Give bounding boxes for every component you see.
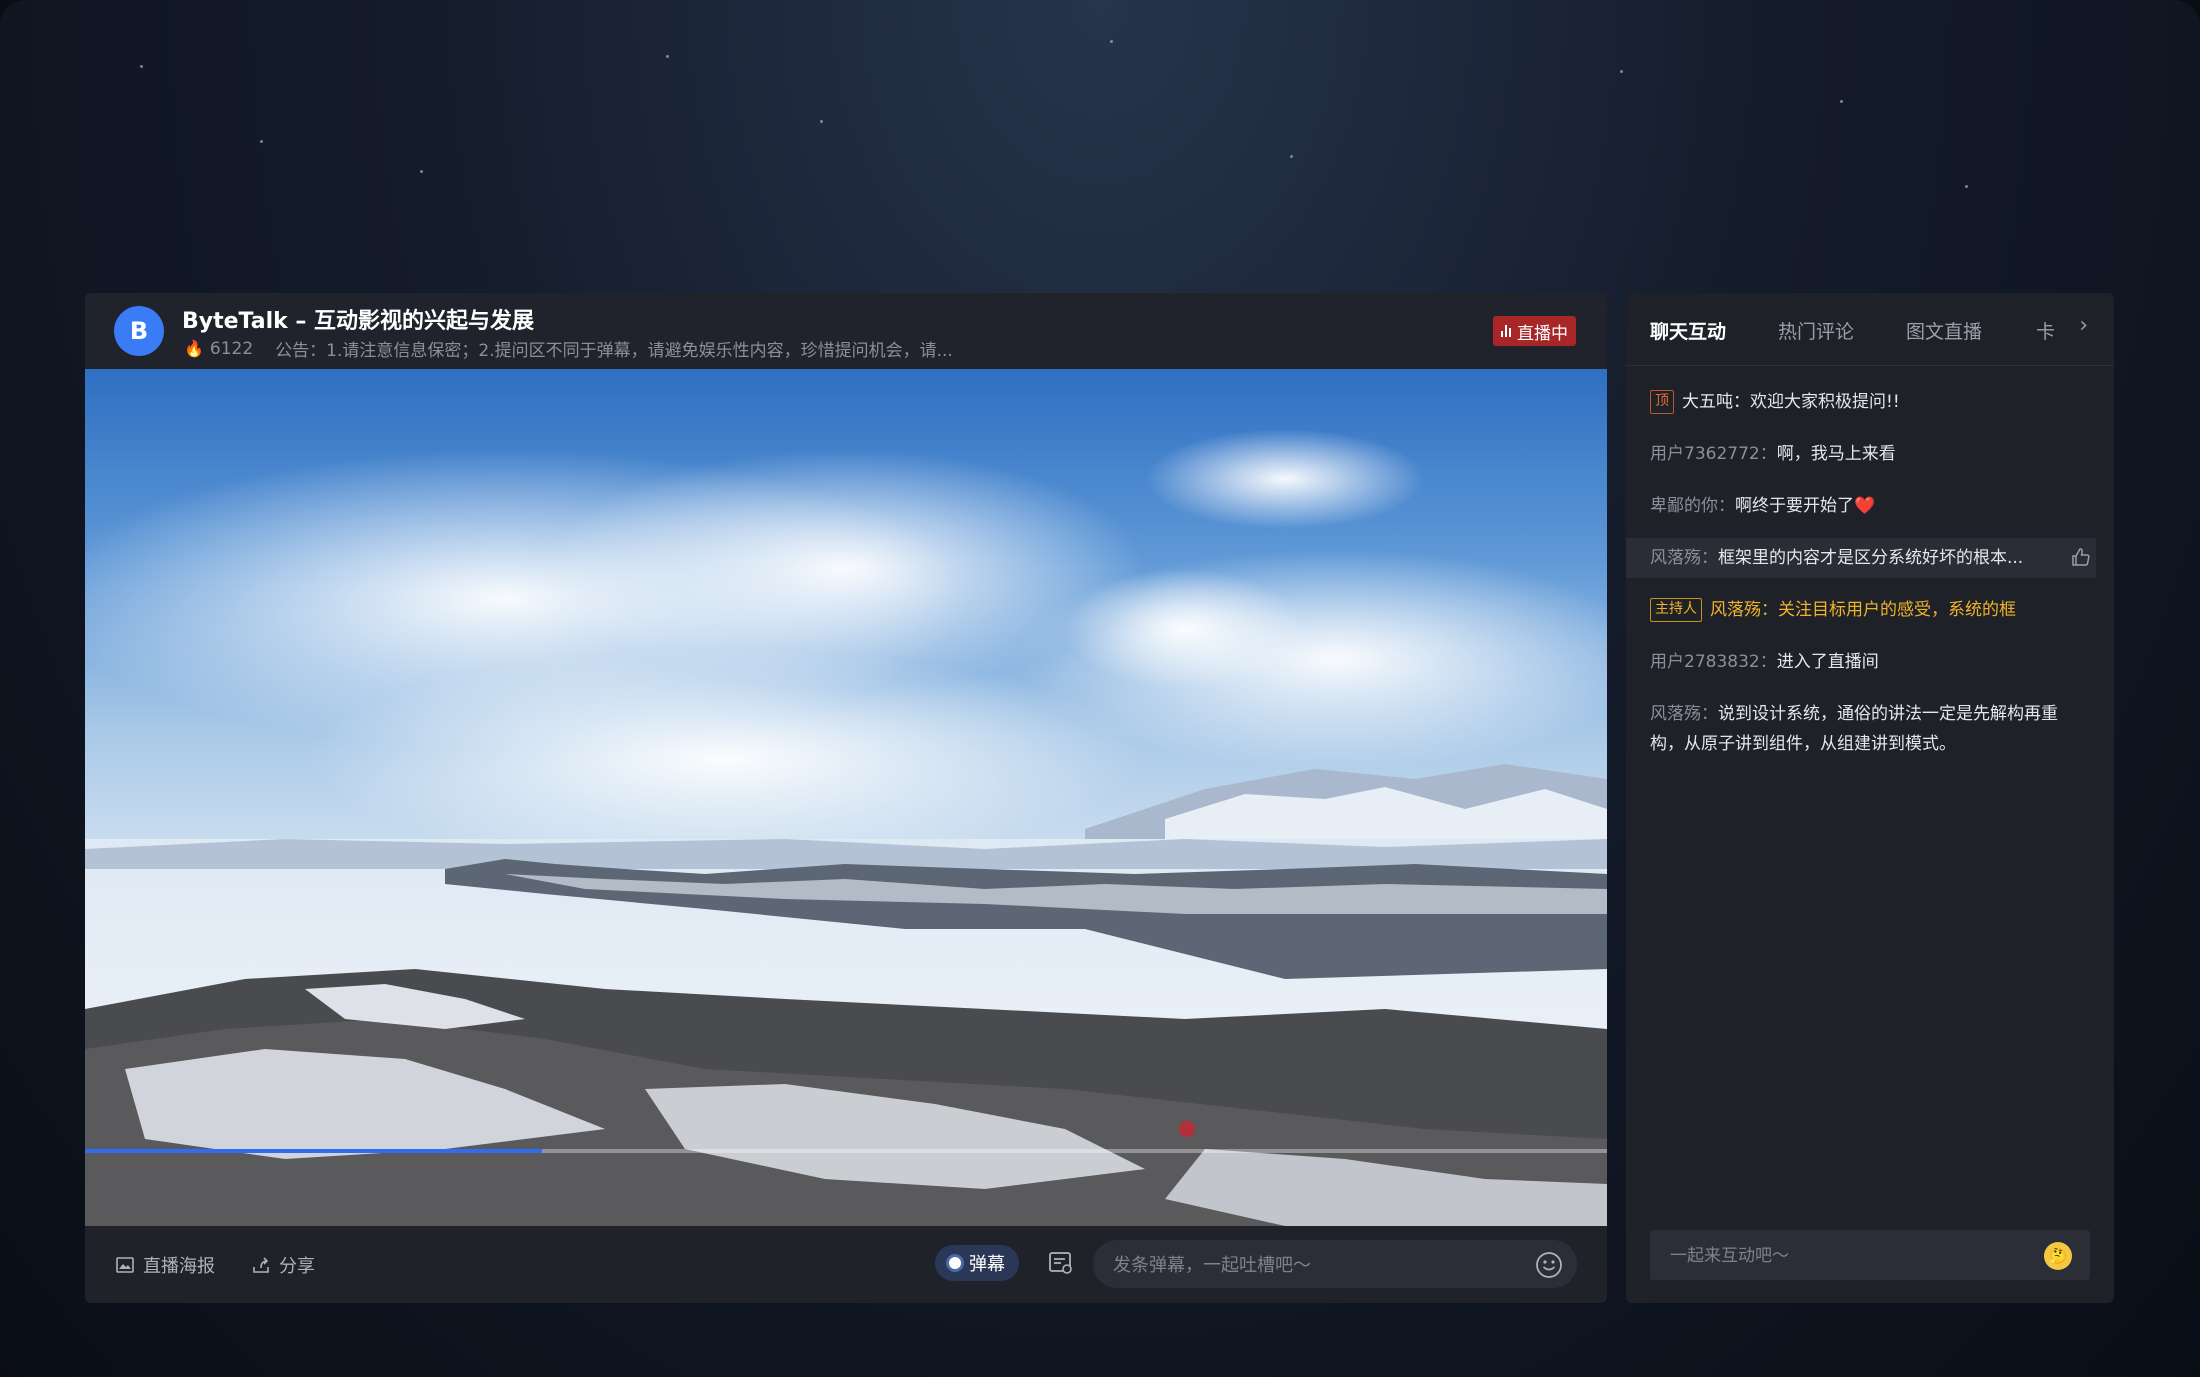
chat-message: 用户7362772：啊，我马上来看: [1650, 444, 1896, 464]
live-player: B ByteTalk – 互动影视的兴起与发展 🔥 6122 公告：1.请注意信…: [85, 293, 1607, 1303]
share-button-label: 分享: [279, 1255, 315, 1277]
chat-tabs: 聊天互动 热门评论 图文直播 卡 ›: [1626, 293, 2114, 366]
chat-input[interactable]: [1668, 1230, 2032, 1282]
player-toolbar: 直播海报 分享 弹幕: [85, 1226, 1607, 1303]
smile-icon[interactable]: [1535, 1251, 1563, 1279]
playback-progress-bar[interactable]: [85, 1149, 1607, 1153]
pinned-tag: 顶: [1650, 390, 1674, 414]
chat-message: 用户2783832：进入了直播间: [1650, 652, 1879, 672]
danmaku-toggle[interactable]: 弹幕: [935, 1245, 1019, 1281]
chat-text: 欢迎大家积极提问!!: [1750, 392, 1900, 412]
chat-user: 用户7362772: [1650, 444, 1760, 464]
danmaku-settings-icon: [1049, 1252, 1072, 1274]
poster-button[interactable]: 直播海报: [115, 1226, 215, 1303]
chat-message: 主持人 风落殇：关注目标用户的感受，系统的框: [1650, 595, 2090, 625]
stream-title: ByteTalk – 互动影视的兴起与发展: [182, 309, 535, 334]
chat-message: 顶大五吨：欢迎大家积极提问!!: [1650, 387, 2090, 417]
app-background: B ByteTalk – 互动影视的兴起与发展 🔥 6122 公告：1.请注意信…: [0, 0, 2200, 1377]
tab-hot-comments[interactable]: 热门评论: [1778, 317, 1854, 344]
danmaku-settings-button[interactable]: [1045, 1247, 1077, 1279]
live-status-label: 直播中: [1517, 323, 1568, 344]
toggle-indicator: [949, 1257, 961, 1269]
player-header: B ByteTalk – 互动影视的兴起与发展 🔥 6122 公告：1.请注意信…: [85, 293, 1607, 369]
danmaku-toggle-label: 弹幕: [969, 1254, 1005, 1275]
host-tag: 主持人: [1650, 598, 1702, 622]
chat-text: 啊终于要开始了❤️: [1735, 496, 1876, 516]
stream-meta: 🔥 6122 公告：1.请注意信息保密；2.提问区不同于弹幕，请避免娱乐性内容，…: [184, 336, 953, 362]
chat-user: 风落殇: [1650, 704, 1701, 724]
signal-bars-icon: [1501, 325, 1511, 337]
chat-input-container: 🤔: [1650, 1230, 2090, 1282]
viewer-count: 6122: [209, 338, 254, 359]
chat-message: 风落殇：框架里的内容才是区分系统好坏的根本...: [1650, 548, 2024, 568]
share-button[interactable]: 分享: [251, 1226, 315, 1303]
live-status-badge: 直播中: [1493, 316, 1576, 346]
chat-message: 风落殇：说到设计系统，通俗的讲法一定是先解构再重构，从原子讲到组件，从组建讲到模…: [1650, 704, 2058, 754]
chat-panel: 聊天互动 热门评论 图文直播 卡 › 顶大五吨：欢迎大家积极提问!! 用户736…: [1626, 293, 2114, 1303]
danmaku-input-container: [1093, 1240, 1577, 1290]
thumbs-up-icon[interactable]: [2070, 546, 2092, 568]
landscape-video-image: [85, 369, 1607, 1226]
chat-user: 大五吨: [1682, 392, 1733, 412]
tab-card[interactable]: 卡: [2036, 317, 2055, 344]
danmaku-input[interactable]: [1111, 1240, 1515, 1290]
chat-text: 关注目标用户的感受，系统的框: [1778, 600, 2016, 620]
chat-user: 用户2783832: [1650, 652, 1760, 672]
video-frame[interactable]: [85, 369, 1607, 1226]
fire-icon: 🔥: [184, 339, 204, 358]
channel-avatar[interactable]: B: [114, 306, 164, 356]
tab-chat[interactable]: 聊天互动: [1650, 317, 1726, 344]
chat-message: 卑鄙的你：啊终于要开始了❤️: [1650, 496, 1876, 516]
playback-progress-fill: [85, 1149, 542, 1153]
chat-text: 进入了直播间: [1776, 652, 1879, 672]
emoji-icon[interactable]: 🤔: [2044, 1242, 2072, 1270]
poster-button-label: 直播海报: [143, 1255, 215, 1277]
chat-user: 卑鄙的你: [1650, 496, 1718, 516]
chat-text: 啊，我马上来看: [1776, 444, 1896, 464]
share-icon: [253, 1256, 269, 1273]
chat-user: 风落殇: [1710, 600, 1761, 620]
chat-text: 框架里的内容才是区分系统好坏的根本...: [1718, 548, 2024, 568]
tab-graphic-live[interactable]: 图文直播: [1906, 317, 1982, 344]
chevron-right-icon[interactable]: ›: [2079, 313, 2088, 338]
chat-user: 风落殇: [1650, 548, 1701, 568]
image-icon: [116, 1256, 134, 1273]
announcement-text: 公告：1.请注意信息保密；2.提问区不同于弹幕，请避免娱乐性内容，珍惜提问机会，…: [275, 341, 953, 361]
